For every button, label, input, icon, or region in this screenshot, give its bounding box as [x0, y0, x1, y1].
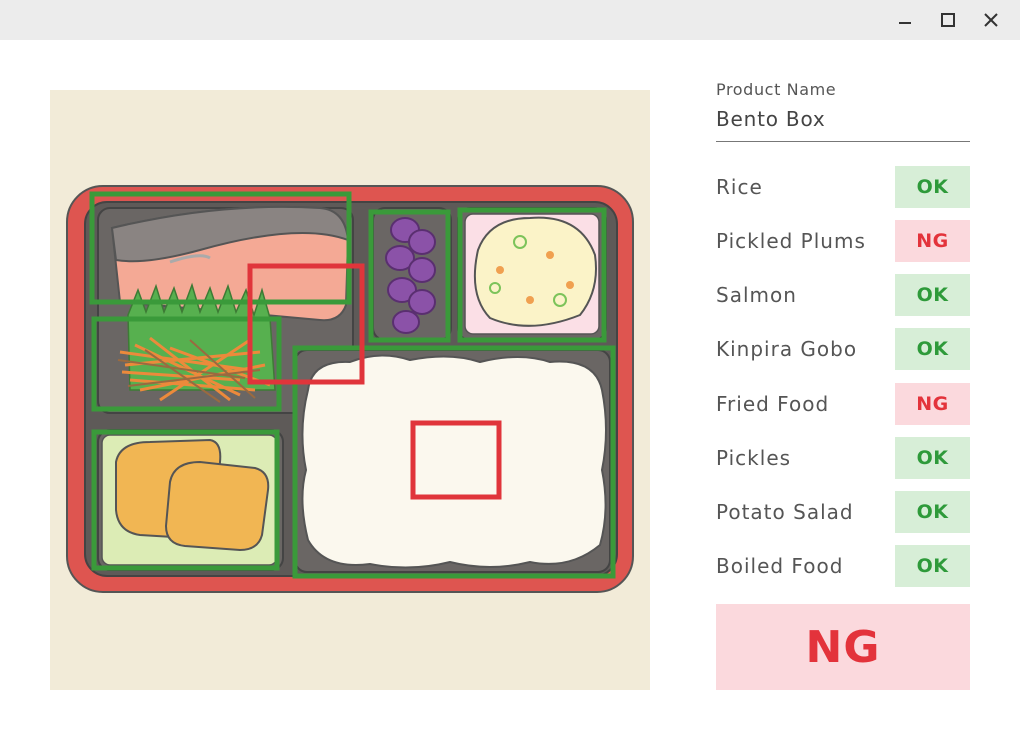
- item-label: Salmon: [716, 283, 797, 307]
- item-label: Pickles: [716, 446, 792, 470]
- divider: [716, 141, 970, 142]
- maximize-button[interactable]: [934, 6, 962, 34]
- item-label: Pickled Plums: [716, 229, 866, 253]
- item-label: Potato Salad: [716, 500, 854, 524]
- close-icon: [984, 13, 998, 27]
- status-badge: OK: [895, 166, 970, 208]
- product-name-label: Product Name: [716, 80, 837, 99]
- status-badge: NG: [895, 383, 970, 425]
- result-row-salmon: Salmon OK: [716, 274, 970, 316]
- minimize-button[interactable]: [891, 6, 919, 34]
- item-label: Boiled Food: [716, 554, 844, 578]
- status-badge: OK: [895, 437, 970, 479]
- rice: [301, 354, 607, 569]
- potato-salad: [473, 216, 597, 327]
- status-badge: OK: [895, 274, 970, 316]
- status-badge: OK: [895, 545, 970, 587]
- status-badge: OK: [895, 491, 970, 533]
- result-row-rice: Rice OK: [716, 166, 970, 208]
- title-bar: [0, 0, 1020, 40]
- maximize-icon: [941, 13, 955, 27]
- result-row-pickled-plums: Pickled Plums NG: [716, 220, 970, 262]
- result-row-potato-salad: Potato Salad OK: [716, 491, 970, 533]
- inspection-image: [50, 90, 650, 690]
- overall-result-badge: NG: [716, 604, 970, 690]
- product-name-value: Bento Box: [716, 107, 826, 131]
- close-button[interactable]: [977, 6, 1005, 34]
- result-row-kinpira-gobo: Kinpira Gobo OK: [716, 328, 970, 370]
- item-label: Kinpira Gobo: [716, 337, 858, 361]
- result-row-fried-food: Fried Food NG: [716, 383, 970, 425]
- status-badge: NG: [895, 220, 970, 262]
- bento-box-illustration: [66, 185, 634, 593]
- result-row-boiled-food: Boiled Food OK: [716, 545, 970, 587]
- item-label: Rice: [716, 175, 763, 199]
- minimize-icon: [899, 22, 911, 24]
- status-badge: OK: [895, 328, 970, 370]
- result-row-pickles: Pickles OK: [716, 437, 970, 479]
- item-label: Fried Food: [716, 392, 830, 416]
